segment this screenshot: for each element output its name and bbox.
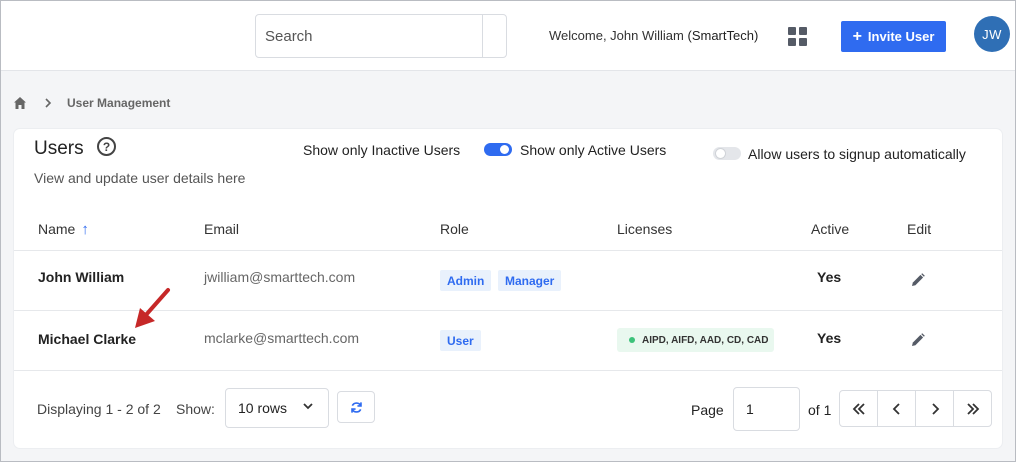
search-input[interactable] [256, 15, 482, 57]
chevron-down-icon [303, 403, 313, 410]
user-email: jwilliam@smarttech.com [204, 269, 356, 285]
search-box[interactable] [255, 14, 507, 58]
signup-label: Allow users to signup automatically [748, 146, 966, 162]
license-status-dot [629, 337, 635, 343]
active-status: Yes [817, 330, 842, 346]
welcome-text: Welcome, John William (SmartTech) [549, 28, 758, 43]
column-name-label: Name [38, 221, 76, 237]
active-status: Yes [817, 269, 842, 285]
chevron-right-icon [45, 98, 52, 108]
pencil-icon[interactable] [911, 333, 925, 347]
arrow-up-icon[interactable]: ↑ [81, 221, 89, 238]
pencil-icon[interactable] [911, 273, 925, 287]
page-title: Users [34, 138, 84, 159]
page-count: of 1 [808, 402, 832, 418]
invite-user-label: Invite User [867, 29, 935, 44]
refresh-icon [350, 401, 362, 413]
user-name: Michael Clarke [38, 331, 137, 347]
column-licenses[interactable]: Licenses [617, 221, 672, 237]
rows-per-page-select[interactable]: 10 rows [225, 388, 329, 428]
column-role[interactable]: Role [440, 221, 469, 237]
next-page-icon [931, 402, 939, 415]
column-active[interactable]: Active [811, 221, 849, 237]
column-email[interactable]: Email [204, 221, 239, 237]
first-page-icon [852, 402, 865, 415]
user-email: mclarke@smarttech.com [204, 330, 360, 346]
prev-page-button[interactable] [878, 391, 916, 426]
invite-user-button[interactable]: + Invite User [841, 21, 946, 52]
welcome-user: Welcome, John William [549, 28, 684, 43]
user-name: John William [38, 269, 125, 285]
welcome-org: (SmartTech) [687, 28, 759, 43]
license-list: AIPD, AIFD, AAD, CD, CAD [642, 334, 769, 346]
role-badge: Admin [440, 270, 492, 291]
prev-page-icon [892, 402, 900, 415]
rows-per-page-value: 10 rows [238, 400, 288, 416]
refresh-button[interactable] [337, 391, 375, 423]
column-edit: Edit [907, 221, 932, 237]
question-circle-icon[interactable]: ? [97, 137, 116, 156]
breadcrumb-current: User Management [67, 96, 171, 110]
breadcrumb: User Management [13, 94, 170, 112]
top-bar: Welcome, John William (SmartTech) + Invi… [1, 1, 1015, 71]
last-page-button[interactable] [954, 391, 991, 426]
table-header: Name ↑ Email Role Licenses Active Edit [14, 209, 1002, 251]
grid-icon[interactable] [788, 27, 807, 46]
filter-inactive-label[interactable]: Show only Inactive Users [303, 142, 460, 158]
active-users-toggle[interactable] [484, 143, 512, 156]
first-page-button[interactable] [840, 391, 878, 426]
filter-active-label[interactable]: Show only Active Users [520, 142, 666, 158]
page-number-input[interactable]: 1 [733, 387, 800, 431]
last-page-icon [966, 402, 979, 415]
role-badge: User [440, 330, 481, 351]
pagination-controls [839, 390, 992, 427]
red-arrow-icon [135, 288, 170, 328]
signup-toggle[interactable] [713, 147, 741, 160]
column-name[interactable]: Name ↑ [38, 221, 89, 238]
role-badge: Manager [498, 270, 562, 291]
plus-icon: + [852, 27, 862, 45]
home-icon[interactable] [13, 96, 27, 110]
page-label: Page [691, 402, 724, 418]
pagination-summary: Displaying 1 - 2 of 2 [37, 401, 161, 417]
license-badge: AIPD, AIFD, AAD, CD, CAD [617, 328, 774, 352]
search-divider [482, 15, 483, 57]
show-label: Show: [176, 401, 215, 417]
avatar[interactable]: JW [974, 16, 1010, 52]
next-page-button[interactable] [916, 391, 954, 426]
page-subtitle: View and update user details here [34, 170, 246, 186]
